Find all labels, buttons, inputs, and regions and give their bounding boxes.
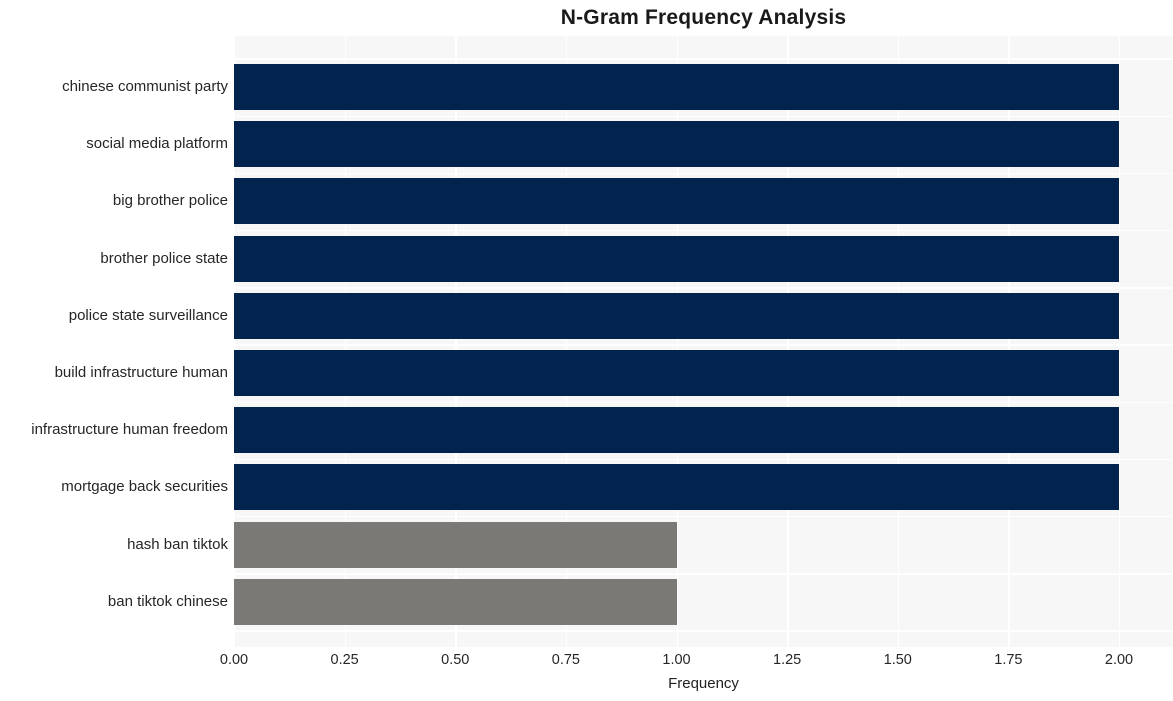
gridline-horizontal [234,172,1173,175]
bar[interactable] [234,121,1119,168]
bar[interactable] [234,178,1119,225]
gridline-horizontal [234,58,1173,60]
x-axis-tick-label: 1.75 [994,652,1023,668]
bar[interactable] [234,578,677,625]
y-axis-tick-label: chinese communist party [62,78,228,95]
x-axis-label: Frequency [668,675,739,692]
bar[interactable] [234,521,677,568]
gridline-vertical [1119,36,1121,647]
bar[interactable] [234,464,1119,511]
y-axis-tick-label: infrastructure human freedom [31,421,228,439]
x-axis-tick-label: 1.00 [662,652,691,668]
x-axis-tick-label: 0.75 [551,652,580,668]
bar[interactable] [234,235,1119,282]
gridline-horizontal [234,230,1173,232]
bar[interactable] [234,407,1119,454]
plot-area [234,36,1173,647]
x-axis-tick-label: 1.50 [883,652,912,668]
y-axis-tick-label: ban tiktok chinese [107,592,228,610]
y-axis-tick-label: big brother police [112,192,228,210]
x-axis-tick-label: 0.00 [219,652,249,668]
bar[interactable] [234,64,1119,110]
chart-title: N-Gram Frequency Analysis [560,6,847,29]
gridline-horizontal [234,458,1173,461]
x-axis-tick-label: 0.25 [330,652,359,668]
x-axis-tick-label: 2.00 [1104,652,1134,668]
y-axis-tick-label: police state surveillance [68,306,228,324]
gridline-horizontal [234,115,1173,117]
gridline-horizontal [234,516,1173,518]
gridline-horizontal [234,630,1173,632]
gridline-horizontal [234,344,1173,346]
bar[interactable] [234,292,1119,339]
x-axis-tick-label: 1.25 [773,652,802,668]
bar[interactable] [234,350,1119,396]
y-axis-tick-label: mortgage back securities [61,478,228,496]
gridline-horizontal [234,573,1173,575]
gridline-horizontal [234,401,1173,403]
y-axis-tick-label: social media platform [86,135,228,153]
y-axis-tick-label: brother police state [100,249,228,267]
y-axis-tick-label: build infrastructure human [54,364,228,381]
y-axis-tick-label: hash ban tiktok [127,535,228,553]
x-axis-tick-label: 0.50 [441,652,470,668]
gridline-horizontal [234,287,1173,289]
chart-figure: N-Gram Frequency Analysis chinese commun… [0,0,1173,701]
